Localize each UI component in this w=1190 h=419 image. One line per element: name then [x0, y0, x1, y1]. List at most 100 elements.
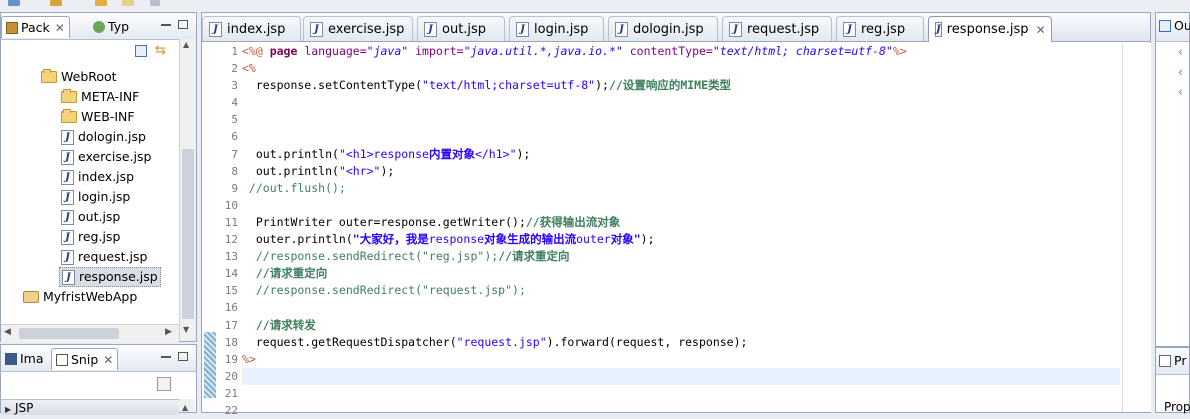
- line-number: 22: [224, 403, 238, 417]
- tree-item-webroot[interactable]: WebRoot: [41, 67, 117, 87]
- toolbar-navigate-icon[interactable]: [50, 0, 62, 6]
- close-icon[interactable]: ✕: [55, 17, 65, 39]
- scriptlet-close: %>: [242, 351, 256, 366]
- tab-image-preview[interactable]: Ima: [1, 348, 48, 370]
- link-with-editor-icon[interactable]: ⇆: [155, 44, 169, 57]
- scroll-up-icon[interactable]: ▲: [179, 403, 188, 412]
- tree-item-index-jsp[interactable]: J index.jsp: [61, 167, 134, 187]
- tab-snippets[interactable]: Snip ✕: [51, 348, 119, 371]
- scroll-down-icon[interactable]: ▼: [183, 325, 189, 334]
- tab-package-label: Pack: [21, 19, 50, 35]
- editor-tab-login-jsp[interactable]: J login.jsp: [509, 16, 604, 41]
- tree-item-label: META-INF: [81, 89, 140, 104]
- editor-tab-exercise-jsp[interactable]: J exercise.jsp: [303, 16, 413, 41]
- close-icon[interactable]: ✕: [103, 349, 113, 371]
- import-snippets-icon[interactable]: [157, 377, 171, 391]
- close-icon[interactable]: ✕: [1036, 23, 1046, 37]
- tab-type-label: Typ: [108, 19, 130, 34]
- tab-outline-label: Ou: [1174, 18, 1190, 33]
- string-literal: 对象生成的输出流: [484, 232, 577, 247]
- code-text: request.getRequestDispatcher(: [242, 334, 457, 349]
- code-line-7: out.println("<h1>response内置对象</h1>");: [242, 146, 1122, 163]
- line-number: 14: [224, 267, 238, 281]
- hierarchy-icon: [93, 21, 105, 33]
- outline-view: Ou ‹ ‹ ‹: [1155, 12, 1190, 347]
- outline-icon: [1159, 19, 1171, 32]
- code-line-2: <%: [242, 60, 1122, 77]
- properties-icon: [1159, 354, 1171, 367]
- maximize-icon[interactable]: [178, 20, 188, 29]
- editor-tab-dologin-jsp[interactable]: J dologin.jsp: [608, 16, 718, 41]
- toolbar-back-icon[interactable]: [95, 0, 107, 6]
- tree-item-dologin-jsp[interactable]: J dologin.jsp: [61, 127, 146, 147]
- line-number: 17: [224, 318, 238, 332]
- scrollbar-thumb[interactable]: [19, 328, 119, 339]
- editor-tab-response-jsp[interactable]: J response.jsp ✕: [928, 16, 1052, 42]
- properties-label: Prop: [1164, 400, 1190, 414]
- tab-outline[interactable]: Ou: [1159, 18, 1190, 33]
- tree-item-out-jsp[interactable]: J out.jsp: [61, 207, 120, 227]
- scrollbar-thumb[interactable]: [182, 149, 194, 319]
- line-number-ruler: 1 2 3 4 5 6 7 8 9 10 11 12 13 14 15 16 1…: [216, 43, 238, 419]
- outline-node-icon[interactable]: ‹: [1178, 45, 1183, 59]
- tree-vertical-scrollbar[interactable]: ▲ ▼: [179, 39, 196, 341]
- editor-tab-request-jsp[interactable]: J request.jsp: [722, 16, 832, 41]
- toolbar-dropdown-icon[interactable]: [150, 0, 160, 6]
- package-explorer-toolbar: ⇆ ▽: [1, 40, 196, 62]
- collapse-all-icon[interactable]: [135, 45, 147, 57]
- outline-node-icon[interactable]: ‹: [1178, 85, 1183, 99]
- tree-horizontal-scrollbar[interactable]: ◀ ▶: [1, 324, 179, 342]
- jsp-directive-close: %>: [892, 44, 907, 58]
- code-text: );: [516, 146, 531, 161]
- line-number: 2: [231, 62, 238, 76]
- scroll-up-icon[interactable]: ▲: [183, 40, 189, 49]
- code-text: out.println(: [242, 146, 339, 161]
- code-text: PrintWriter outer=response.getWriter();: [242, 214, 526, 229]
- line-number: 15: [224, 284, 238, 298]
- scroll-left-icon[interactable]: ◀: [4, 327, 11, 337]
- code-text: );: [640, 232, 655, 247]
- line-number: 18: [224, 335, 238, 349]
- outline-node-icon[interactable]: ‹: [1178, 65, 1183, 79]
- tree-item-label: reg.jsp: [78, 229, 121, 244]
- attribute-value: "java": [366, 44, 409, 58]
- code-text-area[interactable]: <%@ page language="java" import="java.ut…: [242, 43, 1122, 419]
- scroll-right-icon[interactable]: ▶: [165, 327, 172, 337]
- tree-item-request-jsp[interactable]: J request.jsp: [61, 247, 147, 267]
- toolbar-edit-icon[interactable]: [8, 0, 20, 6]
- minimize-icon[interactable]: [161, 24, 171, 26]
- editor-tab-out-jsp[interactable]: J out.jsp: [417, 16, 505, 41]
- tree-item-exercise-jsp[interactable]: J exercise.jsp: [61, 147, 151, 167]
- jsp-file-icon: J: [615, 21, 628, 37]
- tab-type-hierarchy[interactable]: Typ: [89, 16, 133, 38]
- string-literal: 对象": [610, 232, 641, 247]
- tree-item-myfristwebapp[interactable]: MyfristWebApp: [23, 287, 137, 307]
- tree-item-login-jsp[interactable]: J login.jsp: [61, 187, 130, 207]
- code-line-3: response.setContentType("text/html;chars…: [242, 77, 1122, 94]
- snippets-vertical-scrollbar[interactable]: ▲: [179, 399, 195, 412]
- tree-item-response-jsp[interactable]: J response.jsp: [59, 267, 161, 287]
- tab-properties[interactable]: Pr: [1159, 353, 1186, 368]
- minimize-icon[interactable]: [161, 356, 171, 358]
- tree-item-meta-inf[interactable]: META-INF: [61, 87, 139, 107]
- editor-overview-ruler[interactable]: [1122, 43, 1151, 412]
- editor-tab-index-jsp[interactable]: J index.jsp: [202, 16, 301, 41]
- attribute-name: import=: [408, 44, 464, 58]
- toolbar-forward-icon[interactable]: [122, 0, 134, 6]
- editor-tab-reg-jsp[interactable]: J reg.jsp: [836, 16, 924, 41]
- string-literal: "大家好，我是: [352, 232, 429, 247]
- tree-item-reg-jsp[interactable]: J reg.jsp: [61, 227, 120, 247]
- string-literal: outer: [576, 232, 611, 247]
- tree-item-web-inf[interactable]: WEB-INF: [61, 107, 135, 127]
- package-explorer-view: Pack ✕ Typ ⇆ ▽ WebRoot META-INF WEB-INF …: [0, 12, 197, 342]
- line-number: 3: [231, 79, 238, 93]
- jsp-file-icon: J: [61, 249, 74, 265]
- folder-icon: [61, 109, 77, 123]
- editor-tab-label: out.jsp: [442, 21, 487, 37]
- snippets-tabbar: Ima Snip ✕: [1, 345, 196, 372]
- snippets-icon: [56, 353, 68, 366]
- maximize-icon[interactable]: [178, 352, 188, 361]
- tab-package-explorer[interactable]: Pack ✕: [1, 16, 70, 38]
- string-literal: "<h1>response: [338, 146, 429, 161]
- code-line-8: out.println("<hr>");: [242, 163, 1122, 180]
